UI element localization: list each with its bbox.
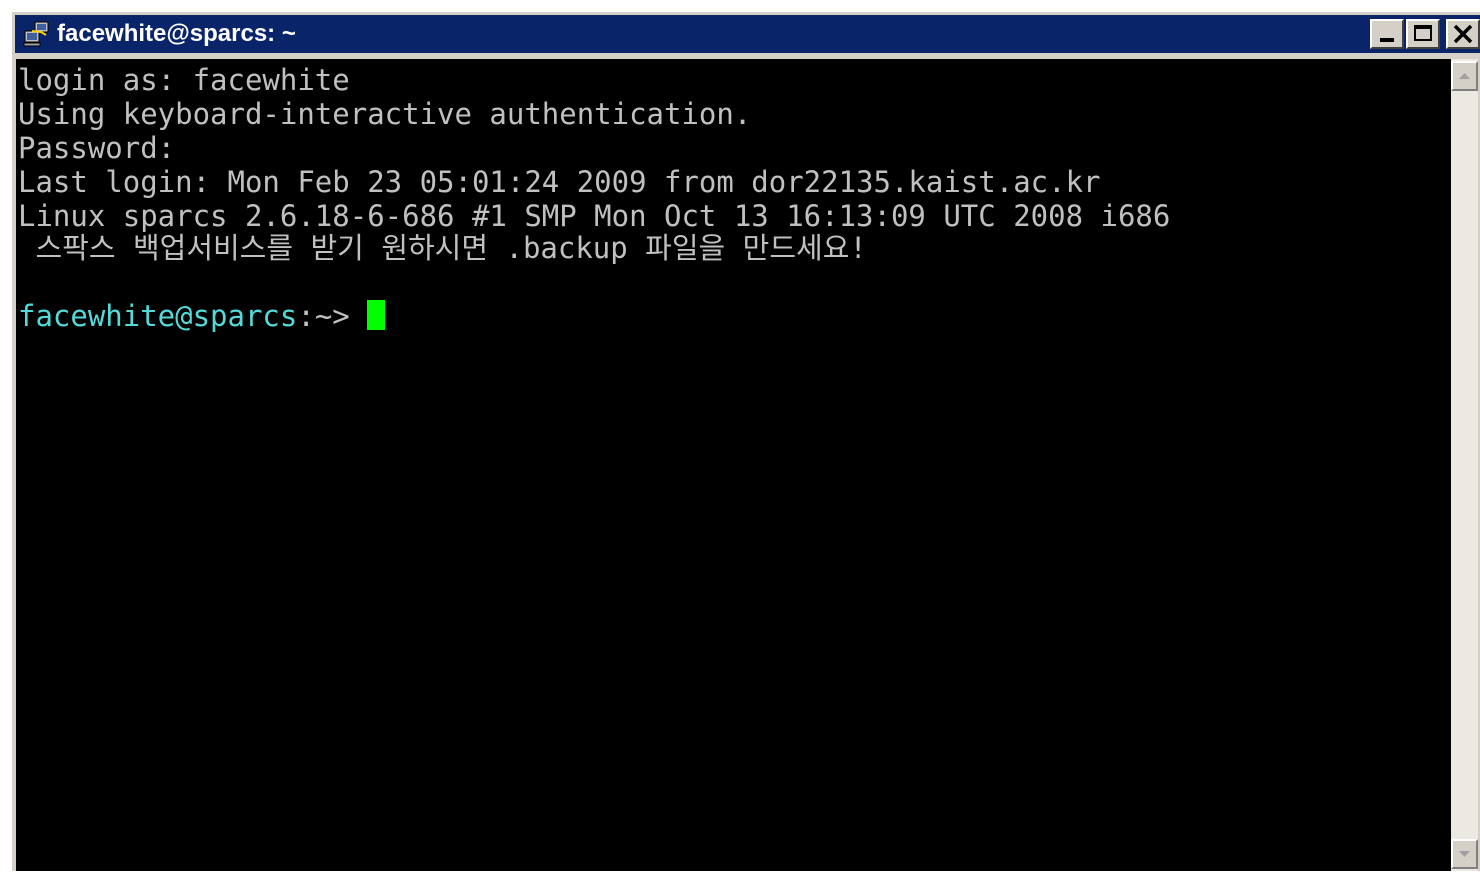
terminal-line: 스팍스 백업서비스를 받기 원하시면 .backup 파일을 만드세요! xyxy=(18,231,867,265)
close-button[interactable] xyxy=(1446,19,1480,49)
terminal-line: Using keyboard-interactive authenticatio… xyxy=(18,97,752,131)
putty-window: facewhite@sparcs: ~ login as: facewhite … xyxy=(10,10,1480,871)
maximize-icon xyxy=(1414,25,1432,41)
prompt-suffix: :~> xyxy=(297,299,368,333)
minimize-icon xyxy=(1380,38,1394,42)
window-title: facewhite@sparcs: ~ xyxy=(57,20,296,47)
terminal-line: Last login: Mon Feb 23 05:01:24 2009 fro… xyxy=(18,165,1101,199)
prompt-line: facewhite@sparcs:~> xyxy=(18,299,386,333)
terminal-line: Linux sparcs 2.6.18-6-686 #1 SMP Mon Oct… xyxy=(18,199,1171,233)
scroll-down-button[interactable] xyxy=(1451,839,1478,869)
minimize-button[interactable] xyxy=(1370,19,1404,49)
terminal-screen[interactable]: login as: facewhite Using keyboard-inter… xyxy=(16,59,1453,871)
close-icon xyxy=(1453,24,1473,44)
title-bar[interactable]: facewhite@sparcs: ~ xyxy=(15,15,1480,53)
maximize-button[interactable] xyxy=(1406,19,1440,49)
window-controls xyxy=(1370,19,1480,49)
arrow-up-icon xyxy=(1459,73,1470,79)
scroll-up-button[interactable] xyxy=(1451,61,1478,91)
arrow-down-icon xyxy=(1459,851,1470,857)
terminal-line: login as: facewhite xyxy=(18,63,350,97)
computer-icon[interactable] xyxy=(21,18,53,50)
vertical-scrollbar[interactable] xyxy=(1451,59,1478,871)
terminal-line: Password: xyxy=(18,131,176,165)
text-cursor xyxy=(367,300,386,330)
prompt-user-host: facewhite@sparcs xyxy=(18,299,298,333)
